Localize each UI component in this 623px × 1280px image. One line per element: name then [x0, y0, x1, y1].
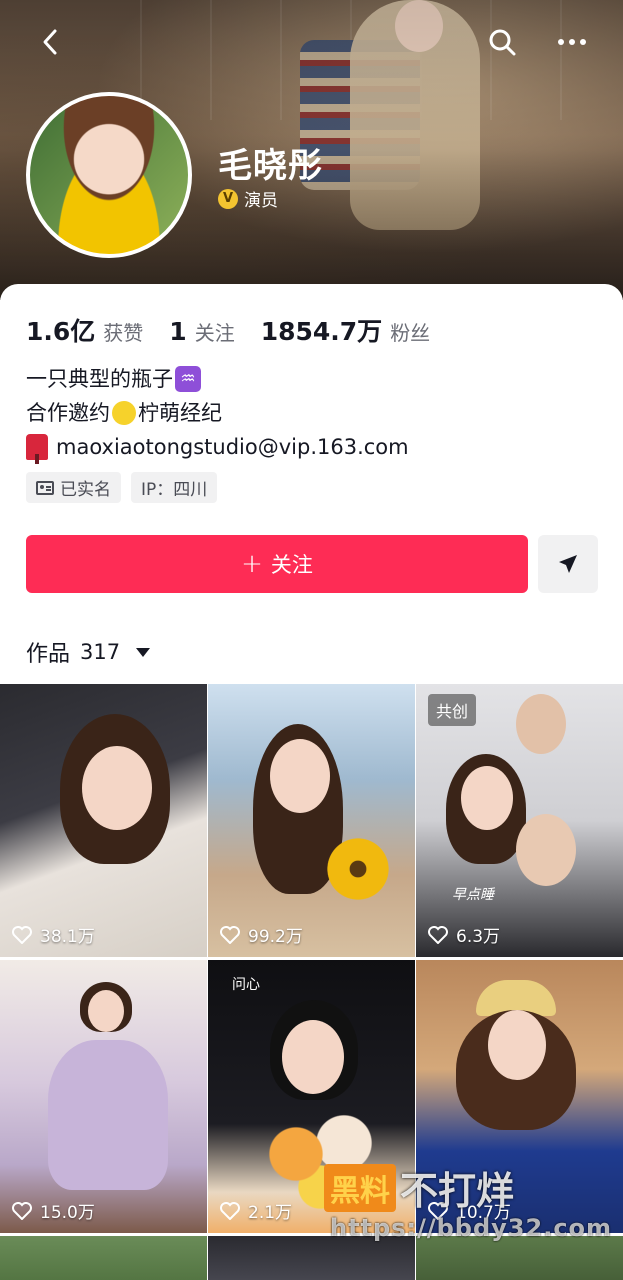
video-likes: 2.1万	[220, 1198, 292, 1223]
video-overlay-text: 问心	[232, 977, 260, 993]
verified-badge-icon: V	[218, 188, 238, 209]
stat-following-value: 1	[169, 317, 187, 346]
follow-button-label: 关注	[270, 553, 313, 577]
heart-icon	[428, 925, 448, 944]
lemon-icon	[112, 401, 136, 425]
person-face	[270, 739, 330, 813]
tag-ip-location: IP：四川	[131, 472, 218, 503]
works-tab-header[interactable]: 作品 317	[26, 636, 151, 668]
follow-button[interactable]: + 关注	[26, 535, 528, 593]
profile-name: 毛晓彤	[218, 146, 323, 186]
tag-verified-label: 已实名	[60, 480, 111, 500]
person-face	[516, 694, 566, 754]
heart-icon	[12, 925, 32, 944]
video-tile-1[interactable]: 38.1万	[0, 684, 207, 957]
bio: 一只典型的瓶子 ♒ 合作邀约 柠萌经纪 maoxiaotongstudio@vi…	[26, 362, 409, 464]
video-likes-count: 38.1万	[40, 927, 95, 947]
video-overlay-text: 早点睡	[452, 887, 494, 903]
bio-text-2b: 柠萌经纪	[138, 401, 222, 425]
search-button[interactable]	[482, 22, 522, 62]
sunflower-bouquet	[308, 824, 408, 914]
tag-verified-identity[interactable]: 已实名	[26, 472, 121, 503]
bio-text-1: 一只典型的瓶子	[26, 367, 173, 391]
bio-text-2a: 合作邀约	[26, 401, 110, 425]
heart-icon	[220, 1201, 240, 1220]
bio-email: maoxiaotongstudio@vip.163.com	[56, 435, 409, 459]
watermark: 黑料 不打烊	[324, 1160, 514, 1215]
message-button[interactable]	[538, 535, 598, 593]
person-face	[461, 766, 513, 830]
stat-followers-label: 粉丝	[390, 321, 431, 345]
heart-icon	[220, 925, 240, 944]
video-likes: 15.0万	[12, 1198, 95, 1223]
dress	[48, 1040, 168, 1190]
heart-icon	[12, 1201, 32, 1220]
profile-tags: 已实名 IP：四川	[26, 472, 218, 503]
person-face	[82, 746, 152, 830]
watermark-url: https://bbdy32.com	[330, 1214, 613, 1242]
back-button[interactable]	[30, 22, 70, 62]
person-face	[88, 990, 124, 1032]
stat-likes[interactable]: 1.6亿 获赞	[26, 312, 143, 348]
verification-label: 演员	[244, 191, 278, 211]
video-tile-4[interactable]: 15.0万	[0, 960, 207, 1233]
person-face	[282, 1020, 344, 1094]
video-tile-3[interactable]: 共创 早点睡 6.3万	[416, 684, 623, 957]
chevron-left-icon	[43, 29, 57, 55]
stat-likes-label: 获赞	[103, 321, 144, 345]
aquarius-icon: ♒	[175, 366, 201, 392]
video-tile-2[interactable]: 99.2万	[208, 684, 415, 957]
avatar[interactable]	[26, 92, 192, 258]
tag-ip-label: IP：四川	[141, 480, 208, 500]
bio-line-1: 一只典型的瓶子 ♒	[26, 362, 409, 396]
video-likes-count: 2.1万	[248, 1203, 293, 1223]
stat-followers-value: 1854.7万	[260, 317, 383, 346]
verification-row: V 演员	[218, 186, 278, 211]
collab-badge: 共创	[428, 694, 477, 726]
person-face	[516, 814, 576, 886]
stats-row: 1.6亿 获赞 1 关注 1854.7万 粉丝	[26, 312, 456, 348]
search-icon	[489, 29, 516, 56]
send-icon	[559, 555, 577, 573]
video-likes-count: 99.2万	[248, 927, 303, 947]
video-likes-count: 6.3万	[456, 927, 501, 947]
video-likes: 6.3万	[428, 922, 500, 947]
video-tile-9[interactable]	[416, 1236, 623, 1280]
caret-down-icon	[136, 647, 151, 657]
stat-following[interactable]: 1 关注	[169, 317, 234, 346]
watermark-box: 黑料	[324, 1163, 396, 1212]
works-title: 作品	[26, 642, 71, 667]
stat-likes-value: 1.6亿	[26, 317, 96, 346]
video-likes-count: 15.0万	[40, 1203, 95, 1223]
stat-followers[interactable]: 1854.7万 粉丝	[261, 312, 430, 348]
bio-line-2: 合作邀约 柠萌经纪	[26, 396, 409, 430]
video-likes: 38.1万	[12, 922, 95, 947]
stat-following-label: 关注	[194, 321, 235, 345]
watermark-text: 不打烊	[400, 1169, 515, 1213]
id-card-icon	[36, 480, 54, 495]
person-face	[488, 1010, 546, 1080]
video-tile-8[interactable]	[208, 1236, 415, 1280]
video-likes: 99.2万	[220, 922, 303, 947]
plus-icon: +	[241, 549, 263, 579]
more-horizontal-icon	[558, 39, 586, 45]
bio-line-3: maoxiaotongstudio@vip.163.com	[26, 430, 409, 464]
video-tile-7[interactable]	[0, 1236, 207, 1280]
profile-card: 1.6亿 获赞 1 关注 1854.7万 粉丝 一只典型的瓶子 ♒ 合作邀约 柠…	[0, 284, 623, 1280]
mailbox-icon	[26, 434, 48, 464]
works-count: 317	[80, 640, 121, 664]
more-button[interactable]	[552, 22, 592, 62]
